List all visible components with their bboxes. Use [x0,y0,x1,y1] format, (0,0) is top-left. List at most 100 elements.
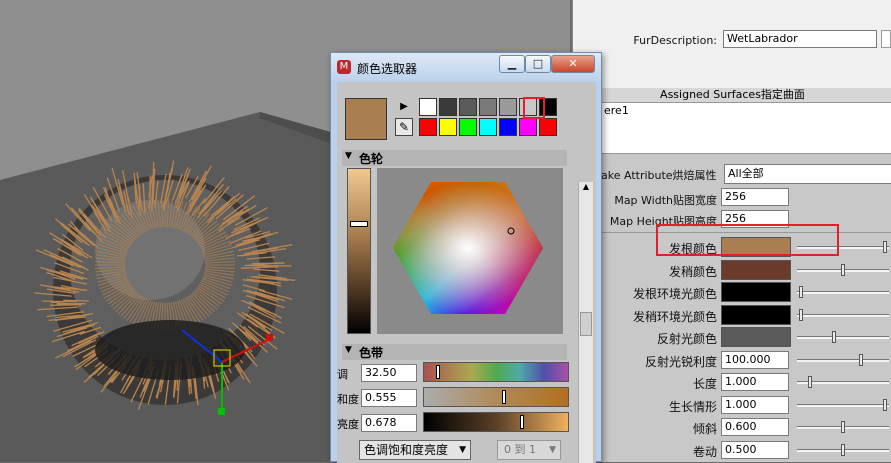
attr-slider[interactable] [797,443,889,456]
slider-thumb[interactable] [799,286,803,298]
bake-attribute-label: ake Attribute烘焙属性 [601,169,717,182]
color-wheel-header[interactable]: ▼ 色轮 [342,150,567,166]
attr-slider[interactable] [797,263,889,276]
assigned-surfaces-header: Assigned Surfaces指定曲面 [573,88,891,102]
surface-list-item[interactable]: ere1 [604,104,629,117]
scroll-up-icon[interactable]: ▲ [580,182,592,194]
color-wheel-area[interactable] [377,168,563,334]
palette-swatch[interactable] [419,118,437,136]
palette-swatch[interactable] [439,118,457,136]
slider-thumb[interactable] [841,263,845,276]
saturation-slider[interactable] [423,387,569,407]
value-field[interactable]: 0.678 [361,414,417,432]
attr-slider[interactable] [797,353,889,366]
attr-slider[interactable] [797,376,889,388]
saturation-slider-thumb[interactable] [502,390,506,404]
palette-swatch[interactable] [479,98,497,116]
attr-slider[interactable] [797,308,889,321]
palette-swatch[interactable] [539,118,557,136]
slider-track [797,291,889,294]
attr-value-field[interactable]: 100.000 [721,350,789,369]
attr-color-swatch[interactable] [721,282,791,302]
fur-description-label: FurDescription: [633,34,717,47]
value-strip-thumb[interactable] [350,221,368,227]
attr-value-field[interactable]: 0.600 [721,418,789,436]
attr-value-field[interactable]: 1.000 [721,395,789,414]
slider-track [797,358,889,362]
slider-thumb[interactable] [841,421,845,433]
value-label: 亮度 [337,418,359,431]
slider-track [797,336,889,339]
attr-slider[interactable] [797,398,889,411]
fur-description-field[interactable]: WetLabrador [723,30,877,48]
current-color-swatch[interactable] [345,98,387,140]
minimize-button[interactable]: ▁ [499,55,525,73]
assigned-surfaces-list[interactable]: ere1 [601,102,891,154]
range-select[interactable]: 0 到 1 ▼ [497,440,561,460]
maximize-button[interactable]: □ [525,55,551,73]
color-mode-select[interactable]: 色调饱和度亮度 ▼ [359,440,471,460]
dialog-titlebar[interactable]: M 颜色选取器 ▁ □ ✕ [331,53,601,81]
hue-slider-thumb[interactable] [436,365,440,379]
close-button[interactable]: ✕ [551,55,595,73]
attr-slider[interactable] [797,421,889,433]
chevron-down-icon: ▼ [549,445,556,455]
slider-track [797,313,889,317]
dialog-client: ▶ ✎ ▼ 色轮 ▼ 色带 调 32.50 和度 0.555 亮度 0.678 … [337,82,596,463]
palette-swatch[interactable] [459,98,477,116]
attr-slider[interactable] [797,286,889,298]
dialog-title: 颜色选取器 [357,62,418,76]
palette-swatch[interactable] [539,98,557,116]
collapse-icon: ▼ [345,151,352,161]
palette-swatch[interactable] [519,118,537,136]
color-chooser-dialog: M 颜色选取器 ▁ □ ✕ ▶ ✎ ▼ 色轮 ▼ 色带 调 32.50 和度 0… [330,52,602,463]
value-strip[interactable] [347,168,371,334]
eyedropper-icon[interactable]: ✎ [395,118,413,136]
attr-value-field[interactable]: 1.000 [721,373,789,391]
slider-track [797,403,889,407]
value-slider[interactable] [423,412,569,432]
slider-thumb[interactable] [832,331,836,343]
palette-swatch[interactable] [459,118,477,136]
chevron-down-icon: ▼ [459,445,466,455]
map-width-field[interactable]: 256 [721,188,789,206]
value-slider-thumb[interactable] [520,415,524,429]
attr-color-swatch[interactable] [721,259,791,280]
color-band-header[interactable]: ▼ 色带 [342,344,567,360]
slider-thumb[interactable] [883,241,887,253]
slider-thumb[interactable] [883,398,887,411]
palette-swatch[interactable] [519,98,537,116]
slider-thumb[interactable] [859,353,863,366]
saturation-field[interactable]: 0.555 [361,389,417,407]
slider-thumb[interactable] [808,376,812,388]
attr-color-swatch[interactable] [721,327,791,347]
attr-value-field[interactable]: 0.500 [721,440,789,459]
color-mode-value: 色调饱和度亮度 [364,443,449,457]
palette-swatch[interactable] [479,118,497,136]
attr-color-swatch[interactable] [721,304,791,325]
palette-swatch[interactable] [499,98,517,116]
bake-attribute-select[interactable]: All全部 [724,164,891,184]
dialog-scrollbar[interactable]: ▲ [578,182,593,463]
color-palette [419,98,563,138]
palette-swatch[interactable] [419,98,437,116]
map-height-field[interactable]: 256 [721,210,789,228]
hue-label: 调 [337,368,348,381]
palette-swatch[interactable] [439,98,457,116]
slider-thumb[interactable] [841,443,845,456]
fur-description-button[interactable] [881,30,891,48]
attribute-editor: FurDescription: WetLabrador Assigned Sur… [572,0,891,462]
play-arrow-icon[interactable]: ▶ [395,98,413,116]
palette-swatch[interactable] [499,118,517,136]
slider-thumb[interactable] [799,308,803,321]
range-value: 0 到 1 [504,443,536,456]
attr-color-swatch[interactable] [721,237,791,257]
maya-app-icon: M [337,60,351,74]
scrollbar-thumb[interactable] [580,312,592,336]
attr-slider[interactable] [797,241,889,253]
attr-slider[interactable] [797,331,889,343]
saturation-label: 和度 [337,393,359,406]
hue-field[interactable]: 32.50 [361,364,417,382]
hue-slider[interactable] [423,362,569,382]
slider-track [797,246,889,249]
